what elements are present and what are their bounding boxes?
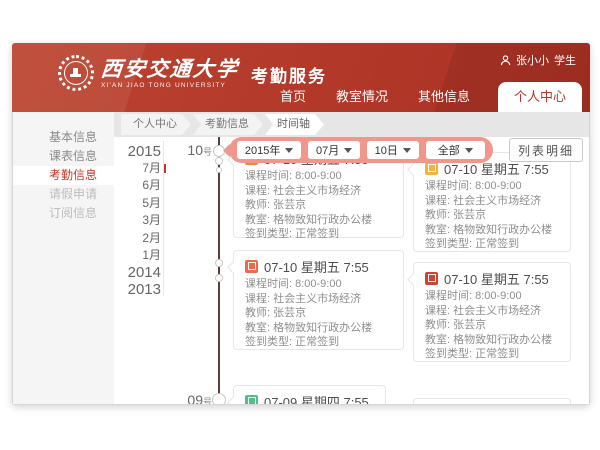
- list-detail-button[interactable]: 列表明细: [509, 138, 583, 162]
- timeline-year-list: 2015 7月 6月 5月 3月 2月 1月 2014 2013: [114, 143, 161, 298]
- month-select[interactable]: 07月: [308, 141, 360, 159]
- card-field: 签到类型: 正常签到: [245, 227, 392, 242]
- card-date: 07-09 星期四 7:55: [264, 392, 369, 405]
- attendance-card[interactable]: 07-10 星期五 7:55 课程时间: 8:00-9:00 课程: 社会主义市…: [413, 262, 571, 362]
- chevron-down-icon: [285, 148, 293, 153]
- timeline-dot: [216, 167, 222, 173]
- sidebar: 基本信息 课表信息 考勤信息 请假申请 订阅信息: [13, 112, 114, 404]
- breadcrumb-timeline[interactable]: 时间轴: [265, 114, 324, 135]
- card-field: 教室: 格物致知行政办公楼: [245, 213, 392, 228]
- person-icon: [500, 55, 511, 66]
- card-arrow: [407, 273, 420, 286]
- card-field: 签到类型: 正常签到: [425, 347, 559, 362]
- university-seal-icon: [58, 55, 94, 91]
- card-field: 教师: 张芸京: [425, 318, 559, 333]
- breadcrumb: 个人中心 考勤信息 时间轴: [114, 112, 589, 137]
- card-arrow: [407, 163, 420, 176]
- attendance-card[interactable]: 07-10 星期五 7:55 课程时间: 8:00-9:00 课程: 社会主义市…: [233, 250, 404, 350]
- chevron-down-icon: [344, 148, 352, 153]
- nav-tab-personal-center[interactable]: 个人中心: [498, 82, 582, 112]
- sidebar-item-basic-info[interactable]: 基本信息: [13, 128, 114, 147]
- app-window: 西安交通大学 XI'AN JIAO TONG UNIVERSITY 考勤服务 张…: [12, 43, 590, 405]
- type-select[interactable]: 全部: [426, 141, 485, 159]
- card-date: 07-10 星期五 7:55: [264, 257, 369, 276]
- year-select[interactable]: 2015年: [237, 141, 301, 159]
- timeline-axis: [218, 137, 220, 404]
- timeline-year[interactable]: 2015: [114, 143, 161, 160]
- sidebar-item-schedule-info[interactable]: 课表信息: [13, 147, 114, 166]
- breadcrumb-personal-center[interactable]: 个人中心: [121, 114, 191, 135]
- chevron-down-icon: [465, 148, 473, 153]
- timeline-year[interactable]: 2013: [114, 281, 161, 298]
- sidebar-item-attendance-info[interactable]: 考勤信息: [13, 166, 114, 185]
- sign-in-stamp-icon: [425, 162, 438, 175]
- card-field: 教师: 张芸京: [425, 208, 559, 223]
- card-date: 07-10 星期五 7:55: [444, 269, 549, 288]
- user-role: 学生: [554, 52, 576, 68]
- timeline-month[interactable]: 6月: [114, 177, 161, 194]
- card-field: 课程时间: 8:00-9:00: [245, 277, 392, 292]
- card-field: 教师: 张芸京: [245, 306, 392, 321]
- card-field: 签到类型: 正常签到: [425, 237, 559, 252]
- card-field: 课程时间: 8:00-9:00: [425, 289, 559, 304]
- timeline-month[interactable]: 1月: [114, 247, 161, 264]
- sidebar-item-subscription-info[interactable]: 订阅信息: [13, 204, 114, 223]
- nav-item-home[interactable]: 首页: [278, 82, 308, 112]
- attendance-card[interactable]: 07-10 星期五 7:55 课程时间: 8:00-9:00 课程: 社会主义市…: [413, 152, 571, 252]
- card-field: 课程时间: 8:00-9:00: [425, 179, 559, 194]
- timeline-dot: [215, 157, 223, 165]
- card-field: 课程: 社会主义市场经济: [245, 184, 392, 199]
- card-field: 教师: 张芸京: [245, 198, 392, 213]
- card-arrow: [227, 261, 240, 274]
- app-header: 西安交通大学 XI'AN JIAO TONG UNIVERSITY 考勤服务 张…: [12, 43, 590, 112]
- user-info[interactable]: 张小小 学生: [500, 52, 576, 68]
- card-field: 签到类型: 正常签到: [245, 335, 392, 350]
- card-field: 教室: 格物致知行政办公楼: [425, 333, 559, 348]
- breadcrumb-attendance-info[interactable]: 考勤信息: [193, 114, 263, 135]
- timeline-month[interactable]: 2月: [114, 230, 161, 247]
- card-field: 课程时间: 8:00-9:00: [245, 169, 392, 184]
- card-field: 教室: 格物致知行政办公楼: [425, 223, 559, 238]
- timeline-dot: [212, 393, 226, 404]
- sign-in-stamp-icon: [425, 272, 438, 285]
- sign-in-stamp-icon: [245, 260, 258, 273]
- card-field: 教室: 格物致知行政办公楼: [245, 321, 392, 336]
- attendance-card-partial[interactable]: [413, 398, 571, 404]
- timeline-dot: [215, 274, 223, 282]
- user-name: 张小小: [516, 52, 549, 68]
- day-select[interactable]: 10日: [367, 141, 419, 159]
- day-marker-09: 09号: [172, 392, 212, 404]
- day-marker-10: 10号: [172, 142, 212, 158]
- university-name-cn: 西安交通大学: [100, 58, 240, 80]
- attendance-card[interactable]: 07-09 星期四 7:55: [233, 385, 386, 404]
- card-field: 课程: 社会主义市场经济: [425, 304, 559, 319]
- card-arrow: [227, 396, 240, 404]
- card-field: 课程: 社会主义市场经济: [425, 194, 559, 209]
- timeline-month[interactable]: 5月: [114, 195, 161, 212]
- nav-item-other-info[interactable]: 其他信息: [416, 82, 472, 112]
- filter-bubble: 2015年 07月 10日 全部: [229, 137, 493, 163]
- current-month-marker: [164, 164, 166, 173]
- timeline-month[interactable]: 3月: [114, 212, 161, 229]
- university-name-en: XI'AN JIAO TONG UNIVERSITY: [101, 82, 239, 89]
- bubble-arrow: [223, 144, 236, 157]
- timeline-year[interactable]: 2014: [114, 264, 161, 281]
- timeline-panel: 2015 7月 6月 5月 3月 2月 1月 2014 2013 10号 09号: [114, 137, 589, 404]
- chevron-down-icon: [403, 148, 411, 153]
- sign-in-stamp-icon: [245, 395, 258, 405]
- card-field: 课程: 社会主义市场经济: [245, 292, 392, 307]
- timeline-dot: [215, 259, 223, 267]
- sidebar-item-leave-request[interactable]: 请假申请: [13, 185, 114, 204]
- nav-item-classrooms[interactable]: 教室情况: [334, 82, 390, 112]
- main-nav: 首页 教室情况 其他信息 个人中心: [278, 80, 582, 112]
- timeline-month[interactable]: 7月: [114, 160, 161, 177]
